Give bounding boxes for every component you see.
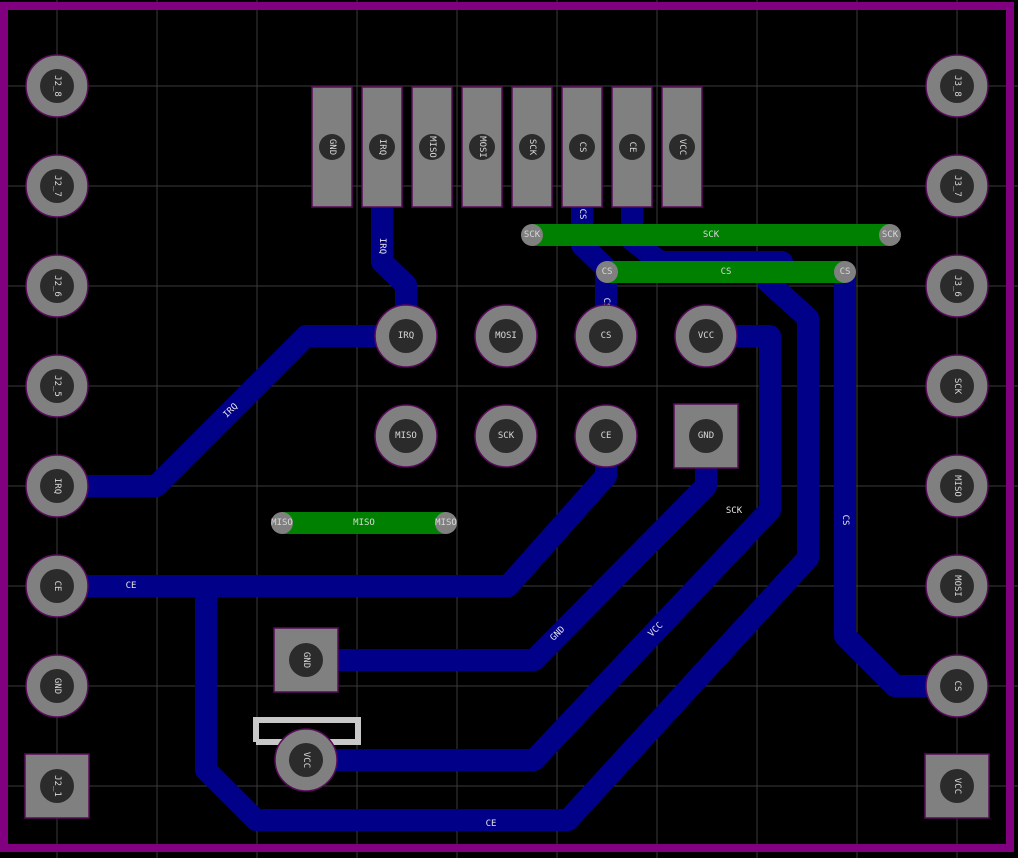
jumper-miso[interactable]: MISO MISO MISO [271, 512, 457, 534]
header-pin-label: VCC [677, 139, 687, 155]
j2-pin-j25-label: J2_5 [52, 375, 62, 397]
module-pad-vcc[interactable]: VCC [674, 304, 738, 368]
j3-pin-j36[interactable]: J3_6 [925, 254, 989, 318]
j2-pin-j27-label: J2_7 [52, 175, 62, 197]
j3-pin-j37-label: J3_7 [952, 175, 962, 197]
trace-label-cs: CS [840, 515, 850, 526]
j3-pin-cs-label: CS [952, 681, 962, 692]
j2-pin-ce[interactable]: CE [25, 554, 89, 618]
j3-pin-j38-label: J3_8 [952, 75, 962, 97]
module-pad-mosi[interactable]: MOSI [474, 304, 538, 368]
header-pin-label: MISO [427, 136, 437, 158]
j2-pin-j28[interactable]: J2_8 [25, 54, 89, 118]
j3-pin-j37[interactable]: J3_7 [925, 154, 989, 218]
jumper-sck[interactable]: SCK SCK SCK [521, 224, 901, 246]
pcb-board: IRQCSCSIRQSCKCSCEGND VCCCE SCK SCKSCKCS CSC… [0, 0, 1018, 858]
header-pin-gnd[interactable]: GND [311, 86, 353, 208]
j2-pin-ce-label: CE [52, 581, 62, 592]
trace-label-sck: SCK [726, 506, 743, 516]
header-pin-label: CE [627, 142, 637, 153]
header-pin-vcc[interactable]: VCC [661, 86, 703, 208]
trace-label-ce-bottom: CE [486, 819, 497, 829]
header-pin-label: MOSI [477, 136, 487, 158]
module-pad-mosi-label: MOSI [495, 331, 517, 341]
j2-pin-j26[interactable]: J2_6 [25, 254, 89, 318]
j2-pin-j25[interactable]: J2_5 [25, 354, 89, 418]
j3-pin-j38[interactable]: J3_8 [925, 54, 989, 118]
module-pad-miso[interactable]: MISO [374, 404, 438, 468]
module-pad-ce-label: CE [601, 431, 612, 441]
module-pad-cs-label: CS [601, 331, 612, 341]
j3-pin-vcc[interactable]: VCC [924, 753, 990, 819]
header-pin-label: SCK [527, 139, 537, 156]
j3-pin-miso[interactable]: MISO [925, 454, 989, 518]
module-pad-vcc-label: VCC [698, 331, 714, 341]
j2-pin-irq[interactable]: IRQ [25, 454, 89, 518]
j2-pin-gnd-label: GND [52, 678, 62, 694]
j3-pin-mosi-label: MOSI [952, 575, 962, 597]
header-pin-sck[interactable]: SCK [511, 86, 553, 208]
jumper-end-label: SCK [524, 230, 541, 240]
jumper-end-label: SCK [882, 230, 899, 240]
j2-pin-j26-label: J2_6 [52, 275, 62, 297]
j3-pin-miso-label: MISO [952, 475, 962, 497]
jumper-end-label: MISO [435, 518, 457, 528]
header-pin-ce[interactable]: CE [611, 86, 653, 208]
j3-pin-vcc-label: VCC [952, 778, 962, 794]
jumper-end-label: MISO [271, 518, 293, 528]
j2-pin-gnd[interactable]: GND [25, 654, 89, 718]
module-pad-ce[interactable]: CE [574, 404, 638, 468]
cap-pad-vcc-label: VCC [301, 752, 311, 768]
header-pin-mosi[interactable]: MOSI [461, 86, 503, 208]
header-pin-cs[interactable]: CS [561, 86, 603, 208]
header-pin-label: IRQ [377, 139, 387, 155]
j2-pin-j27[interactable]: J2_7 [25, 154, 89, 218]
jumper-label: SCK [703, 230, 720, 240]
module-pad-irq[interactable]: IRQ [374, 304, 438, 368]
jumper-end-label: CS [602, 267, 613, 277]
header-pin-miso[interactable]: MISO [411, 86, 453, 208]
cap-pad-gnd[interactable]: GND [273, 627, 339, 693]
j2-pin-j21-label: J2_1 [52, 775, 62, 797]
j2-pin-irq-label: IRQ [52, 478, 62, 494]
jumper-label: CS [721, 267, 732, 277]
jumper-cs[interactable]: CS CS CS [596, 261, 856, 283]
j3-pin-sck-label: SCK [952, 378, 962, 395]
module-pad-cs[interactable]: CS [574, 304, 638, 368]
trace-label-ce-left: CE [126, 581, 137, 591]
j2-pin-j21[interactable]: J2_1 [24, 753, 90, 819]
j2-pin-j28-label: J2_8 [52, 75, 62, 97]
module-pad-miso-label: MISO [395, 431, 417, 441]
header-pin-label: CS [577, 142, 587, 153]
header-pin-label: GND [327, 139, 337, 155]
module-pad-sck[interactable]: SCK [474, 404, 538, 468]
j3-pin-mosi[interactable]: MOSI [925, 554, 989, 618]
j3-pin-j36-label: J3_6 [952, 275, 962, 297]
trace-label-irq-header: IRQ [377, 238, 387, 254]
trace-label-cs-header: CS [577, 209, 587, 220]
j3-pin-cs[interactable]: CS [925, 654, 989, 718]
cap-pad-vcc[interactable]: VCC [274, 728, 338, 792]
module-pad-sck-label: SCK [498, 431, 515, 441]
jumper-end-label: CS [840, 267, 851, 277]
cap-pad-gnd-label: GND [301, 652, 311, 668]
header-pin-irq[interactable]: IRQ [361, 86, 403, 208]
module-pad-gnd[interactable]: GND [673, 403, 739, 469]
jumper-label: MISO [353, 518, 375, 528]
j3-pin-sck[interactable]: SCK [925, 354, 989, 418]
module-pad-gnd-label: GND [698, 431, 714, 441]
module-pad-irq-label: IRQ [398, 331, 414, 341]
